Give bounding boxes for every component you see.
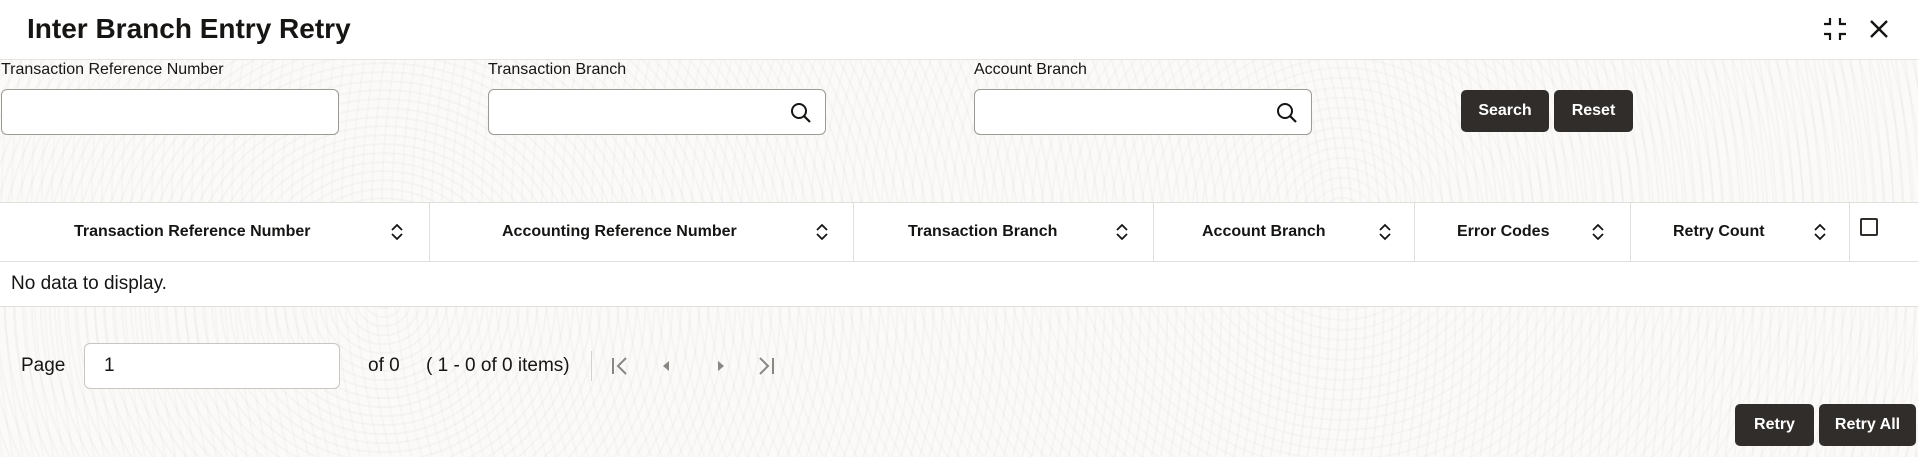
column-title: Accounting Reference Number bbox=[502, 223, 737, 240]
retry-button[interactable]: Retry bbox=[1735, 404, 1814, 446]
txn-ref-label: Transaction Reference Number bbox=[1, 61, 224, 78]
results-table: Transaction Reference Number Accounting … bbox=[0, 202, 1918, 307]
sort-icon[interactable] bbox=[1812, 223, 1828, 241]
page-label: Page bbox=[21, 355, 66, 376]
next-page-icon[interactable] bbox=[709, 354, 733, 378]
column-title: Account Branch bbox=[1202, 223, 1326, 240]
column-error-codes[interactable]: Error Codes bbox=[1415, 203, 1631, 261]
sort-icon[interactable] bbox=[389, 223, 405, 241]
page-title: Inter Branch Entry Retry bbox=[27, 13, 351, 44]
collapse-icon[interactable] bbox=[1820, 14, 1850, 44]
table-header: Transaction Reference Number Accounting … bbox=[0, 203, 1918, 262]
first-page-icon[interactable] bbox=[608, 354, 632, 378]
sort-icon[interactable] bbox=[814, 223, 830, 241]
txn-branch-label: Transaction Branch bbox=[488, 61, 627, 78]
pager-divider bbox=[591, 351, 592, 381]
empty-message: No data to display. bbox=[11, 273, 167, 294]
column-retry-count[interactable]: Retry Count bbox=[1631, 203, 1850, 261]
close-icon[interactable] bbox=[1864, 14, 1894, 44]
page-total: of 0 bbox=[368, 355, 400, 376]
sort-icon[interactable] bbox=[1114, 223, 1130, 241]
search-button[interactable]: Search bbox=[1461, 90, 1549, 132]
select-all-checkbox[interactable] bbox=[1860, 218, 1878, 236]
search-icon[interactable] bbox=[1275, 101, 1299, 125]
column-transaction-reference-number[interactable]: Transaction Reference Number bbox=[0, 203, 430, 261]
column-transaction-branch[interactable]: Transaction Branch bbox=[854, 203, 1154, 261]
column-title: Error Codes bbox=[1457, 223, 1550, 240]
search-icon[interactable] bbox=[789, 101, 813, 125]
previous-page-icon[interactable] bbox=[654, 354, 678, 378]
dialog-header: Inter Branch Entry Retry bbox=[0, 0, 1918, 60]
acct-branch-label: Account Branch bbox=[974, 61, 1087, 78]
items-range: ( 1 - 0 of 0 items) bbox=[426, 355, 570, 376]
sort-icon[interactable] bbox=[1590, 223, 1606, 241]
page-number-input[interactable]: 1 bbox=[84, 343, 340, 389]
acct-branch-input[interactable] bbox=[974, 89, 1312, 135]
column-title: Retry Count bbox=[1673, 223, 1765, 240]
txn-ref-input[interactable] bbox=[1, 89, 339, 135]
reset-button[interactable]: Reset bbox=[1554, 90, 1633, 132]
column-title: Transaction Reference Number bbox=[74, 223, 311, 240]
sort-icon[interactable] bbox=[1377, 223, 1393, 241]
last-page-icon[interactable] bbox=[754, 354, 778, 378]
column-account-branch[interactable]: Account Branch bbox=[1154, 203, 1415, 261]
column-accounting-reference-number[interactable]: Accounting Reference Number bbox=[430, 203, 854, 261]
column-title: Transaction Branch bbox=[908, 223, 1058, 240]
retry-all-button[interactable]: Retry All bbox=[1819, 404, 1916, 446]
txn-branch-input[interactable] bbox=[488, 89, 826, 135]
